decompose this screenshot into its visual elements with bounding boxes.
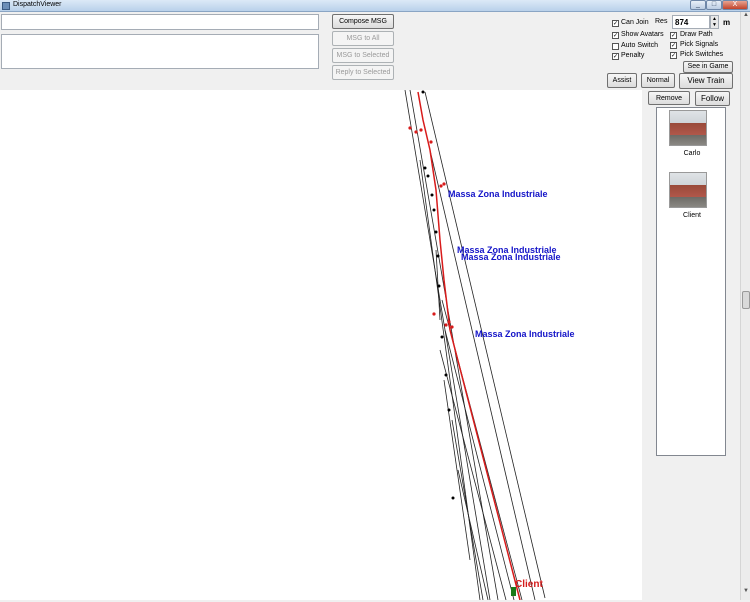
route-path [417, 91, 521, 601]
train-name: Carlo [683, 150, 701, 157]
message-text-area[interactable] [1, 34, 319, 69]
signal-marker [408, 126, 412, 130]
msg-to-selected-button[interactable]: MSG to Selected [332, 48, 394, 63]
penalty-checkbox[interactable]: ✓ [612, 53, 619, 60]
scroll-thumb[interactable] [742, 291, 750, 309]
signal-marker [430, 193, 434, 197]
signal-marker [423, 166, 427, 170]
signal-marker [442, 182, 446, 186]
app-icon [2, 2, 10, 10]
signal-marker [432, 208, 436, 212]
assist-button[interactable]: Assist [607, 73, 637, 88]
scroll-down-arrow-icon[interactable]: ▼ [742, 588, 750, 598]
train-item-client[interactable]: Client [657, 170, 727, 224]
normal-button[interactable]: Normal [641, 73, 675, 88]
draw-path-checkbox[interactable]: ✓ [670, 32, 677, 39]
train-list[interactable]: Carlo Client [656, 107, 726, 456]
train-thumbnail [669, 172, 707, 208]
pick-switches-checkbox[interactable]: ✓ [670, 52, 677, 59]
track-line [404, 89, 491, 601]
station-label: Massa Zona Industriale [461, 252, 561, 262]
pick-switches-label: Pick Switches [680, 51, 724, 58]
signal-marker [436, 254, 440, 258]
signal-marker [440, 335, 444, 339]
follow-button[interactable]: Follow [695, 91, 730, 106]
compose-msg-button[interactable]: Compose MSG [332, 14, 394, 29]
signal-marker [434, 230, 438, 234]
signal-marker [450, 325, 454, 329]
close-button[interactable]: X [722, 0, 748, 10]
res-unit: m [723, 18, 731, 27]
res-input[interactable] [672, 15, 710, 29]
signal-marker [437, 284, 441, 288]
can-join-checkbox[interactable]: ✓ [612, 20, 619, 27]
show-avatars-label: Show Avatars [621, 31, 664, 38]
dispatch-map[interactable]: Massa Zona Industriale Massa Zona Indust… [0, 89, 642, 601]
minimize-button[interactable]: _ [690, 0, 706, 10]
signal-marker [426, 174, 430, 178]
draw-path-label: Draw Path [680, 31, 713, 38]
title-bar: DispatchViewer [0, 0, 750, 12]
penalty-label: Penalty [621, 52, 645, 59]
msg-to-all-button[interactable]: MSG to All [332, 31, 394, 46]
track-line [424, 91, 546, 599]
see-in-game-button[interactable]: See in Game [683, 61, 733, 73]
signal-marker [439, 184, 443, 188]
train-item-carlo[interactable]: Carlo [657, 108, 727, 162]
signal-marker [447, 408, 451, 412]
window-title: DispatchViewer [13, 1, 62, 8]
maximize-button[interactable]: □ [706, 0, 722, 10]
track-map[interactable]: Massa Zona Industriale Massa Zona Indust… [0, 89, 642, 601]
station-label: Massa Zona Industriale [448, 189, 548, 199]
train-name: Client [683, 212, 701, 219]
track-line [419, 159, 481, 601]
station-label: Massa Zona Industriale [475, 329, 575, 339]
chat-line-field[interactable] [1, 14, 319, 30]
auto-switch-label: Auto Switch [621, 42, 658, 49]
remove-button[interactable]: Remove [648, 91, 690, 105]
signal-marker [447, 320, 451, 324]
signal-marker [419, 128, 423, 132]
track-line [457, 469, 489, 601]
signal-marker [451, 496, 455, 500]
scroll-up-arrow-icon[interactable]: ▲ [742, 12, 750, 22]
signal-marker [429, 140, 433, 144]
show-avatars-checkbox[interactable]: ✓ [612, 32, 619, 39]
signal-markers [421, 90, 455, 500]
signal-marker [444, 323, 448, 327]
can-join-label: Can Join [621, 19, 649, 26]
track-lines [404, 89, 546, 601]
signal-marker [432, 312, 436, 316]
train-label-client: Client [515, 579, 543, 590]
res-spinner[interactable]: ▲ ▼ [710, 15, 719, 29]
res-label: Res [655, 18, 668, 25]
auto-switch-checkbox[interactable] [612, 43, 619, 50]
pick-signals-checkbox[interactable]: ✓ [670, 42, 677, 49]
reply-to-selected-button[interactable]: Reply to Selected [332, 65, 394, 80]
track-line [443, 379, 471, 561]
vertical-scrollbar[interactable]: ▲ ▼ [740, 12, 750, 600]
view-train-button[interactable]: View Train [679, 73, 733, 89]
signal-marker [414, 130, 418, 134]
signal-marker [444, 373, 448, 377]
pick-signals-label: Pick Signals [680, 41, 719, 48]
train-thumbnail [669, 110, 707, 146]
track-line [439, 349, 507, 601]
signal-marker [421, 90, 425, 94]
